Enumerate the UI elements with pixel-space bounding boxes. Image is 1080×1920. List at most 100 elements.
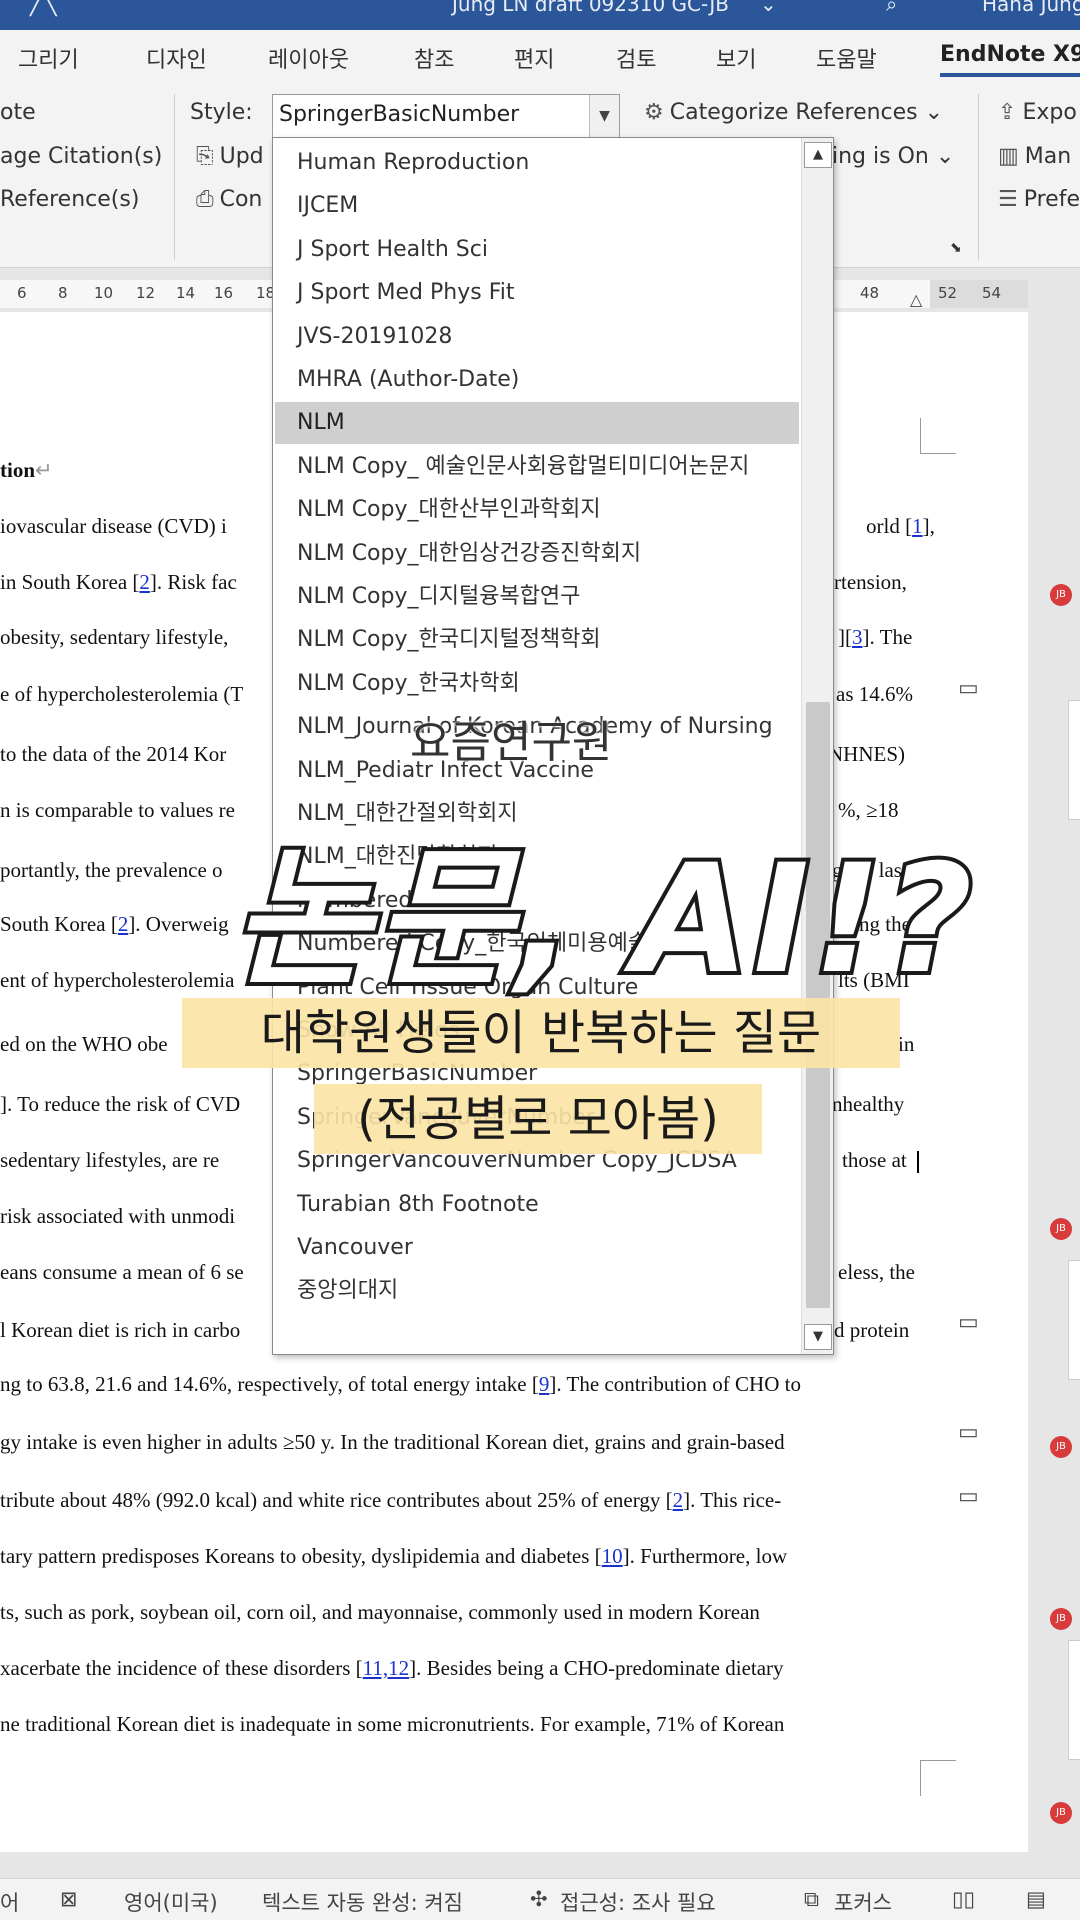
page-citation-button[interactable]: age Citation(s) <box>0 144 162 169</box>
dropdown-item[interactable]: NLM Copy_ 예술인문사회융합멀티미디어논문지 <box>275 446 799 488</box>
convert-citations-button[interactable]: Con <box>220 187 263 212</box>
dropdown-item[interactable]: NLM_대한진단학회지 <box>275 836 799 878</box>
accessibility-status[interactable]: 접근성: 조사 필요 <box>560 1887 716 1917</box>
instant-formatting-button[interactable]: ing is On <box>832 144 929 169</box>
dropdown-scrollbar[interactable]: ▲ ▼ <box>801 138 833 1354</box>
citation-link[interactable]: 2 <box>139 570 150 594</box>
citation-link[interactable]: 2 <box>118 912 129 936</box>
scroll-down-icon[interactable]: ▼ <box>804 1324 832 1350</box>
comment-card[interactable] <box>1068 700 1080 820</box>
dropdown-item[interactable]: Numbered <box>275 880 799 922</box>
dropdown-item[interactable]: NLM_대한간절외학회지 <box>275 793 799 835</box>
proofing-icon[interactable]: ⊠ <box>60 1887 78 1911</box>
document-title[interactable]: Jung LN draft 092310 GC-JB <box>452 0 729 16</box>
comment-card[interactable] <box>1068 1260 1080 1380</box>
autocomplete-status[interactable]: 텍스트 자동 완성: 켜짐 <box>262 1887 463 1917</box>
tab-view[interactable]: 보기 <box>716 42 756 74</box>
dropdown-item[interactable]: NLM <box>275 402 799 445</box>
preferences-button[interactable]: Prefe <box>1024 187 1080 212</box>
scrollbar-thumb[interactable] <box>806 702 830 1308</box>
focus-icon[interactable]: ⧉ <box>804 1887 819 1912</box>
paragraph-line: lts (BMI <box>838 968 910 992</box>
paragraph-line: cting the <box>838 912 911 936</box>
insert-citation-button[interactable]: ote <box>0 100 36 125</box>
citation-link[interactable]: 10 <box>602 1544 623 1568</box>
comment-card[interactable] <box>1068 1640 1080 1760</box>
citation-link[interactable]: 2 <box>673 1488 684 1512</box>
categorize-references-button[interactable]: Categorize References <box>670 100 918 125</box>
dropdown-item[interactable]: 중앙의대지 <box>275 1270 799 1312</box>
citation-link[interactable]: 1 <box>912 514 923 538</box>
scroll-up-icon[interactable]: ▲ <box>804 142 832 168</box>
paragraph-line: obesity, sedentary lifestyle, <box>0 625 229 649</box>
tab-references[interactable]: 참조 <box>414 42 454 74</box>
citation-link[interactable]: 9 <box>539 1372 550 1396</box>
dialog-launcher-icon[interactable]: ⬊ <box>950 240 962 256</box>
tab-draw[interactable]: 그리기 <box>18 42 79 74</box>
chevron-down-icon[interactable]: ⌄ <box>936 144 954 169</box>
update-citations-button[interactable]: Upd <box>220 144 264 169</box>
tab-endnote[interactable]: EndNote X9 <box>940 42 1080 77</box>
style-select[interactable]: SpringerBasicNumber ▼ <box>272 94 620 138</box>
chevron-down-icon[interactable]: ⌄ <box>925 100 943 125</box>
citation-link[interactable]: 11,12 <box>363 1656 409 1680</box>
tab-design[interactable]: 디자인 <box>146 42 207 74</box>
comment-author-icon[interactable]: JB <box>1050 1802 1072 1824</box>
dropdown-item[interactable]: Numbered Copy_한국인체미용예술학회지 <box>275 923 799 965</box>
comment-icon[interactable]: ▭ <box>958 1310 979 1335</box>
tab-help[interactable]: 도움말 <box>816 42 877 74</box>
ribbon-tabs: 그리기 디자인 레이아웃 참조 편지 검토 보기 도움말 EndNote X9 <box>0 30 1080 90</box>
dropdown-item[interactable]: NLM_Journal of Korean Academy of Nursing <box>275 706 799 748</box>
dropdown-item[interactable]: SpringerVancouverNumber <box>275 1097 799 1139</box>
search-icon[interactable]: ⌕ <box>886 0 897 16</box>
comment-author-icon[interactable]: JB <box>1050 1218 1072 1240</box>
ruler-tick: 54 <box>982 284 1002 302</box>
dropdown-item[interactable]: NLM Copy_대한산부인과학회지 <box>275 489 799 531</box>
dropdown-item[interactable]: NLM Copy_한국디지털정책학회 <box>275 619 799 661</box>
dropdown-item[interactable]: Vancouver <box>275 1227 799 1269</box>
read-mode-icon[interactable]: ▯▯ <box>952 1887 975 1911</box>
tab-review[interactable]: 검토 <box>616 42 656 74</box>
user-name[interactable]: Hana Jung <box>982 0 1080 16</box>
comment-author-icon[interactable]: JB <box>1050 1608 1072 1630</box>
dropdown-item[interactable]: JVS-20191028 <box>275 316 799 358</box>
comment-author-icon[interactable]: JB <box>1050 584 1072 606</box>
dropdown-item[interactable]: NLM Copy_한국차학회 <box>275 663 799 705</box>
paragraph-line: ts, such as pork, soybean oil, corn oil,… <box>0 1600 760 1624</box>
dropdown-item[interactable]: IJCEM <box>275 185 799 227</box>
dropdown-item[interactable]: J Sport Med Phys Fit <box>275 272 799 314</box>
comment-icon[interactable]: ▭ <box>958 1484 979 1509</box>
indent-marker-icon[interactable]: △ <box>910 290 922 309</box>
comment-author-icon[interactable]: JB <box>1050 1436 1072 1458</box>
export-button[interactable]: Expo <box>1022 100 1076 125</box>
citation-link[interactable]: 3 <box>852 625 863 649</box>
ribbon-divider <box>174 94 175 260</box>
dropdown-item[interactable]: SpringerVancouverNumber Copy_JCDSA <box>275 1140 799 1182</box>
convert-icon: ⎙ <box>196 187 214 212</box>
print-layout-icon[interactable]: ▤ <box>1026 1887 1046 1911</box>
dropdown-item[interactable]: NLM_Pediatr Infect Vaccine <box>275 750 799 792</box>
manuscript-matcher-button[interactable]: Man <box>1025 144 1071 169</box>
style-select-value[interactable]: SpringerBasicNumber <box>279 102 519 127</box>
dropdown-item[interactable]: Human Reproduction <box>275 142 799 184</box>
chevron-down-icon[interactable]: ⌄ <box>760 0 777 16</box>
dropdown-item[interactable]: J Sport Health Sci <box>275 229 799 271</box>
dropdown-item[interactable]: NLM Copy_대한임상건강증진학회지 <box>275 533 799 575</box>
dropdown-item[interactable]: Show All Fields <box>275 1010 799 1052</box>
dropdown-item[interactable]: NLM Copy_디지털융복합연구 <box>275 576 799 618</box>
focus-button[interactable]: 포커스 <box>834 1887 892 1917</box>
tab-layout[interactable]: 레이아웃 <box>268 42 349 74</box>
dropdown-item[interactable]: MHRA (Author-Date) <box>275 359 799 401</box>
edit-reference-button[interactable]: Reference(s) <box>0 187 139 212</box>
language-button[interactable]: 영어(미국) <box>124 1887 218 1917</box>
chevron-down-icon[interactable]: ▼ <box>589 95 619 137</box>
accessibility-icon[interactable]: ✣ <box>530 1887 548 1911</box>
dropdown-item[interactable]: Plant Cell Tissue Organ Culture <box>275 967 799 1009</box>
comment-icon[interactable]: ▭ <box>958 676 979 701</box>
tab-mailings[interactable]: 편지 <box>514 42 554 74</box>
paragraph-line: portantly, the prevalence o <box>0 858 223 882</box>
style-dropdown-list[interactable]: Human Reproduction IJCEM J Sport Health Sc… <box>272 137 834 1355</box>
dropdown-item[interactable]: Turabian 8th Footnote <box>275 1184 799 1226</box>
dropdown-item[interactable]: SpringerBasicNumber <box>275 1053 799 1095</box>
comment-icon[interactable]: ▭ <box>958 1420 979 1445</box>
